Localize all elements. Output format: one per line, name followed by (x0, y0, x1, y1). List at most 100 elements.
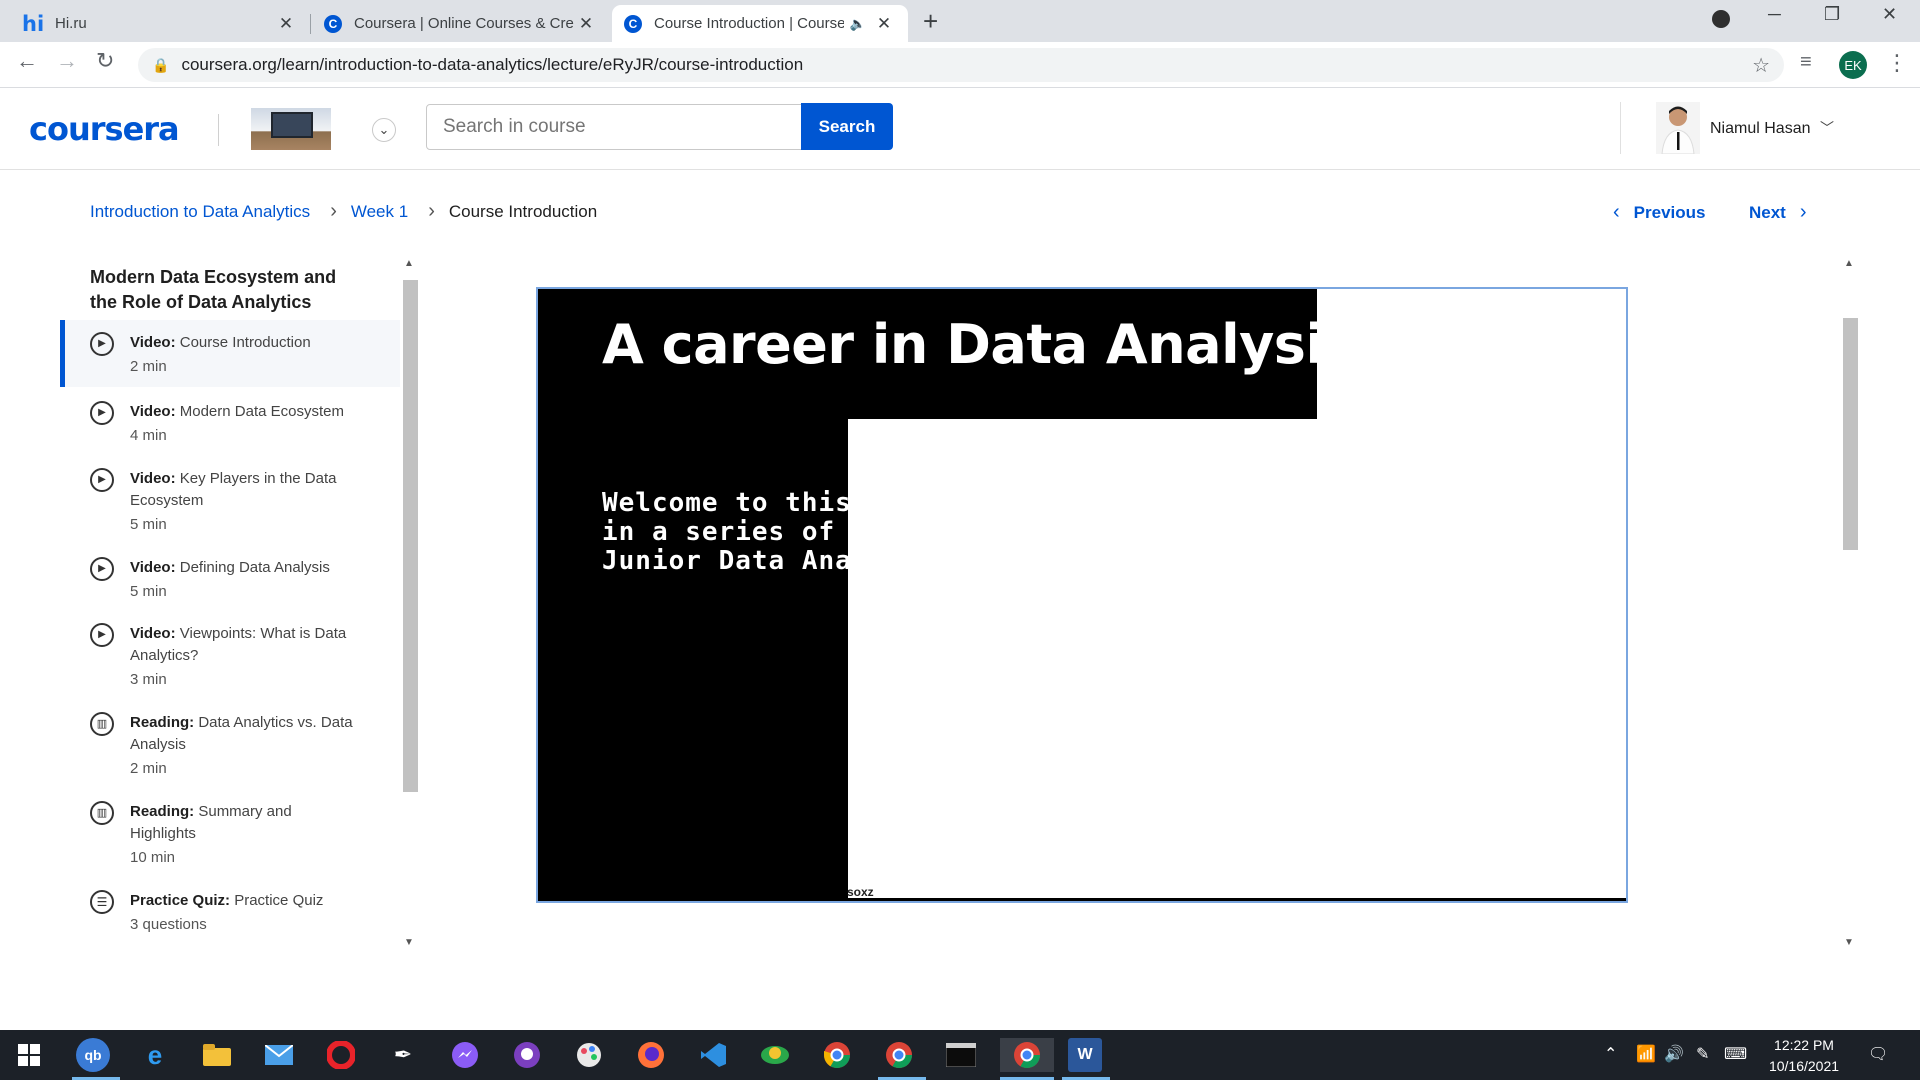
play-icon: ▶ (90, 623, 114, 647)
breadcrumb-week-link[interactable]: Week 1 (351, 202, 408, 222)
opera-icon[interactable] (324, 1038, 358, 1072)
messenger-icon[interactable] (448, 1038, 482, 1072)
hi-favicon-icon: hi (22, 11, 45, 36)
tab-title: Course Introduction | Course (654, 15, 844, 32)
maximize-button[interactable]: ❐ (1824, 4, 1840, 25)
word-icon[interactable]: W (1068, 1038, 1102, 1072)
previous-label: Previous (1633, 202, 1706, 222)
terminal-icon[interactable] (944, 1038, 978, 1072)
chrome-active-window-icon[interactable] (1000, 1038, 1054, 1072)
sidebar-item-course-introduction[interactable]: ▶ Video: Course Introduction 2 min (60, 320, 400, 387)
profile-avatar[interactable]: EK (1839, 51, 1867, 79)
sidebar-item-practice-quiz[interactable]: ☰ Practice Quiz: Practice Quiz 3 questio… (60, 884, 400, 936)
item-kind: Video: (130, 470, 176, 487)
video-slide-title: A career in Data Analysis (602, 313, 1356, 376)
sidebar-item-analytics-vs-analysis[interactable]: ▥ Reading: Data Analytics vs. Data Analy… (60, 706, 400, 780)
tab-hi-ru[interactable]: hi Hi.ru ✕ (0, 5, 310, 42)
partner-logo-image (251, 108, 331, 150)
back-arrow-icon[interactable]: ← (16, 48, 38, 74)
quiz-icon: ☰ (90, 890, 114, 914)
item-duration: 5 min (130, 516, 167, 533)
chevron-up-icon[interactable]: ⌃ (1604, 1044, 1617, 1064)
book-icon: ▥ (90, 801, 114, 825)
sidebar-item-defining-data-analysis[interactable]: ▶ Video: Defining Data Analysis 5 min (60, 551, 400, 603)
close-window-button[interactable]: ✕ (1882, 4, 1897, 25)
main-scrollbar[interactable]: ▲ ▼ (1840, 258, 1860, 948)
address-bar[interactable]: 🔒 coursera.org/learn/introduction-to-dat… (138, 48, 1784, 82)
scroll-down-arrow-icon[interactable]: ▼ (1844, 937, 1854, 948)
user-name[interactable]: Niamul Hasan (1710, 120, 1810, 138)
firefox-icon[interactable] (634, 1038, 668, 1072)
previous-button[interactable]: ‹ Previous (1613, 201, 1705, 224)
github-icon[interactable] (510, 1038, 544, 1072)
paint-icon[interactable] (572, 1038, 606, 1072)
sidebar-item-modern-data-ecosystem[interactable]: ▶ Video: Modern Data Ecosystem 4 min (60, 395, 400, 447)
video-title-banner: A career in Data Analysis (538, 289, 1356, 419)
minimize-button[interactable]: ─ (1768, 4, 1781, 25)
close-icon[interactable]: ✕ (276, 14, 296, 34)
scrollbar-thumb[interactable] (403, 280, 418, 792)
item-duration: 2 min (130, 760, 167, 777)
video-player[interactable]: A career in Data Analysis Welcome to thi… (536, 287, 1628, 903)
item-title: Course Introduction (179, 334, 311, 351)
item-kind: Video: (130, 403, 176, 420)
tab-search-icon[interactable] (1712, 10, 1730, 28)
chevron-down-icon[interactable]: ﹀ (1820, 118, 1834, 138)
breadcrumb: Introduction to Data Analytics › Week 1 … (90, 200, 597, 223)
notification-icon[interactable]: 🗨 (1868, 1044, 1888, 1064)
mail-icon[interactable] (262, 1038, 296, 1072)
sidebar-item-key-players[interactable]: ▶ Video: Key Players in the Data Ecosyst… (60, 462, 400, 536)
wifi-icon[interactable]: 📶 (1636, 1044, 1656, 1064)
chrome-icon[interactable] (820, 1038, 854, 1072)
more-menu-icon[interactable]: ⋮ (1886, 50, 1908, 76)
close-icon[interactable]: ✕ (874, 14, 894, 34)
pen-icon[interactable]: ✎ (1696, 1044, 1709, 1064)
sidebar-item-summary-highlights[interactable]: ▥ Reading: Summary and Highlights 10 min (60, 795, 400, 869)
chevron-right-icon: › (1799, 201, 1807, 223)
file-explorer-icon[interactable] (200, 1038, 234, 1072)
item-kind: Reading: (130, 714, 195, 731)
play-icon: ▶ (90, 468, 114, 492)
book-icon: ▥ (90, 712, 114, 736)
play-icon: ▶ (90, 557, 114, 581)
reload-icon[interactable]: ↻ (96, 48, 114, 74)
clock-time: 12:22 PM (1774, 1037, 1834, 1053)
edge-icon[interactable]: e (138, 1038, 172, 1072)
tab-coursera[interactable]: C Coursera | Online Courses & Cre ✕ (312, 5, 610, 42)
item-duration: 3 questions (130, 916, 207, 933)
lock-icon: 🔒 (152, 56, 170, 73)
chrome-profile-icon[interactable] (882, 1038, 916, 1072)
item-duration: 5 min (130, 583, 167, 600)
chevron-down-icon[interactable]: ⌄ (372, 118, 396, 142)
audio-playing-icon[interactable]: 🔈 (850, 16, 866, 32)
qb-app-icon[interactable]: qb (76, 1038, 110, 1072)
keyboard-icon[interactable]: ⌨ (1724, 1044, 1747, 1064)
user-avatar[interactable] (1656, 102, 1700, 154)
scroll-down-arrow-icon[interactable]: ▼ (404, 937, 414, 948)
media-queue-icon[interactable]: ≡ (1800, 51, 1812, 74)
url-text: coursera.org/learn/introduction-to-data-… (181, 55, 804, 74)
coursera-logo[interactable]: coursera (29, 110, 180, 148)
forward-arrow-icon[interactable]: → (56, 48, 78, 74)
vscode-icon[interactable] (696, 1038, 730, 1072)
tab-course-introduction[interactable]: C Course Introduction | Course 🔈 ✕ (612, 5, 908, 42)
site-header: coursera ⌄ Search Niamul Hasan ﹀ (0, 88, 1920, 170)
scroll-up-arrow-icon[interactable]: ▲ (1844, 258, 1854, 269)
close-icon[interactable]: ✕ (576, 14, 596, 34)
scroll-up-arrow-icon[interactable]: ▲ (404, 258, 414, 269)
sidebar-scrollbar[interactable]: ▲ ▼ (400, 258, 420, 948)
next-button[interactable]: Next › (1749, 201, 1807, 224)
breadcrumb-course-link[interactable]: Introduction to Data Analytics (90, 202, 310, 222)
windows-start-icon[interactable] (12, 1038, 46, 1072)
bookmark-star-icon[interactable]: ☆ (1752, 53, 1770, 78)
sidebar-item-viewpoints[interactable]: ▶ Video: Viewpoints: What is Data Analyt… (60, 617, 400, 691)
inkscape-icon[interactable]: ✒ (386, 1038, 420, 1072)
search-input[interactable] (426, 104, 802, 150)
earth-app-icon[interactable] (758, 1038, 792, 1072)
new-tab-button[interactable]: + (923, 6, 938, 37)
item-kind: Reading: (130, 803, 195, 820)
system-clock[interactable]: 12:22 PM 10/16/2021 (1760, 1035, 1848, 1077)
scrollbar-thumb[interactable] (1843, 318, 1858, 550)
volume-icon[interactable]: 🔊 (1664, 1044, 1684, 1064)
search-button[interactable]: Search (801, 103, 893, 150)
